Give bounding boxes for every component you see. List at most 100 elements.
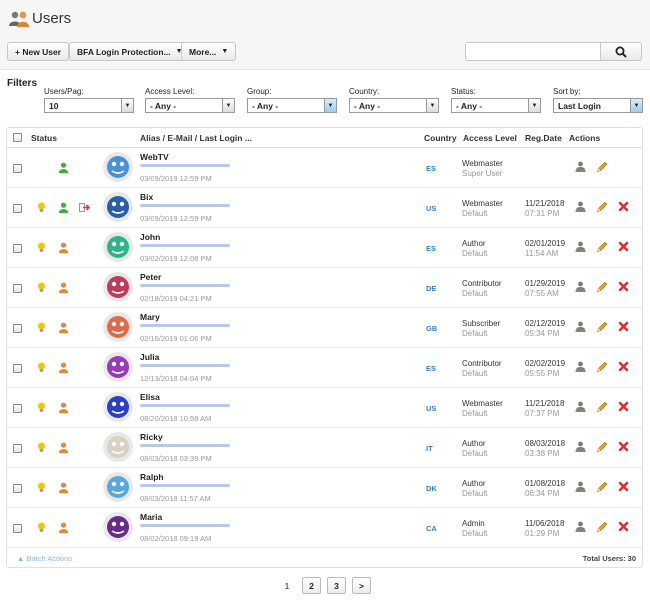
column-country[interactable]: Country xyxy=(424,133,457,143)
user-alias-link[interactable]: Peter xyxy=(140,272,161,282)
lightbulb-icon[interactable] xyxy=(37,322,46,335)
country-code[interactable]: ES xyxy=(426,244,436,253)
row-checkbox[interactable] xyxy=(13,404,22,413)
user-status-icon[interactable] xyxy=(58,402,69,415)
edit-pencil-icon[interactable] xyxy=(596,361,608,375)
user-email[interactable] xyxy=(140,364,230,367)
user-status-icon[interactable] xyxy=(58,482,69,495)
bfa-login-protection-button[interactable]: BFA Login Protection... ▼ xyxy=(69,42,191,61)
user-alias-link[interactable]: Elisa xyxy=(140,392,160,402)
user-email[interactable] xyxy=(140,164,230,167)
users-per-page-select[interactable]: 10 ▼ xyxy=(44,98,134,113)
delete-icon[interactable] xyxy=(618,521,629,534)
edit-pencil-icon[interactable] xyxy=(596,281,608,295)
country-code[interactable]: ES xyxy=(426,164,436,173)
row-checkbox[interactable] xyxy=(13,164,22,173)
delete-icon[interactable] xyxy=(618,481,629,494)
delete-icon[interactable] xyxy=(618,201,629,214)
country-code[interactable]: IT xyxy=(426,444,433,453)
edit-pencil-icon[interactable] xyxy=(596,201,608,215)
user-alias-link[interactable]: Bix xyxy=(140,192,153,202)
column-access-level[interactable]: Access Level xyxy=(463,133,517,143)
lightbulb-icon[interactable] xyxy=(37,442,46,455)
status-select[interactable]: - Any - ▼ xyxy=(451,98,541,113)
new-user-button[interactable]: + New User xyxy=(7,42,70,61)
user-alias-link[interactable]: Ralph xyxy=(140,472,164,482)
delete-icon[interactable] xyxy=(618,401,629,414)
page-link[interactable]: 2 xyxy=(302,577,321,594)
edit-pencil-icon[interactable] xyxy=(596,521,608,535)
user-alias-link[interactable]: Julia xyxy=(140,352,159,362)
access-level-select[interactable]: - Any - ▼ xyxy=(145,98,235,113)
user-alias-link[interactable]: John xyxy=(140,232,160,242)
row-checkbox[interactable] xyxy=(13,204,22,213)
delete-icon[interactable] xyxy=(618,321,629,334)
row-checkbox[interactable] xyxy=(13,244,22,253)
user-profile-icon[interactable] xyxy=(575,321,586,334)
user-email[interactable] xyxy=(140,284,230,287)
user-status-icon[interactable] xyxy=(58,242,69,255)
country-code[interactable]: US xyxy=(426,204,436,213)
user-profile-icon[interactable] xyxy=(575,361,586,374)
page-link[interactable]: 3 xyxy=(327,577,346,594)
user-email[interactable] xyxy=(140,324,230,327)
lightbulb-icon[interactable] xyxy=(37,362,46,375)
user-alias-link[interactable]: Ricky xyxy=(140,432,163,442)
column-reg-date[interactable]: Reg.Date xyxy=(525,133,562,143)
user-profile-icon[interactable] xyxy=(575,161,586,174)
user-email[interactable] xyxy=(140,444,230,447)
user-status-icon[interactable] xyxy=(58,442,69,455)
column-alias[interactable]: Alias / E-Mail / Last Login ... xyxy=(140,133,252,143)
user-profile-icon[interactable] xyxy=(575,401,586,414)
user-email[interactable] xyxy=(140,244,230,247)
edit-pencil-icon[interactable] xyxy=(596,441,608,455)
country-select[interactable]: - Any - ▼ xyxy=(349,98,439,113)
lightbulb-icon[interactable] xyxy=(37,522,46,535)
user-status-icon[interactable] xyxy=(58,322,69,335)
user-status-icon[interactable] xyxy=(58,202,69,215)
delete-icon[interactable] xyxy=(618,361,629,374)
edit-pencil-icon[interactable] xyxy=(596,161,608,175)
user-status-icon[interactable] xyxy=(58,522,69,535)
user-email[interactable] xyxy=(140,484,230,487)
user-status-icon[interactable] xyxy=(58,162,69,175)
user-profile-icon[interactable] xyxy=(575,521,586,534)
edit-pencil-icon[interactable] xyxy=(596,401,608,415)
row-checkbox[interactable] xyxy=(13,484,22,493)
row-checkbox[interactable] xyxy=(13,324,22,333)
lightbulb-icon[interactable] xyxy=(37,402,46,415)
user-email[interactable] xyxy=(140,524,230,527)
country-code[interactable]: ES xyxy=(426,364,436,373)
user-alias-link[interactable]: Mary xyxy=(140,312,160,322)
user-profile-icon[interactable] xyxy=(575,201,586,214)
user-email[interactable] xyxy=(140,204,230,207)
country-code[interactable]: US xyxy=(426,404,436,413)
sort-by-select[interactable]: Last Login ▼ xyxy=(553,98,643,113)
column-status[interactable]: Status xyxy=(31,133,57,143)
lightbulb-icon[interactable] xyxy=(37,482,46,495)
delete-icon[interactable] xyxy=(618,241,629,254)
lightbulb-icon[interactable] xyxy=(37,282,46,295)
next-page-button[interactable]: > xyxy=(352,577,371,594)
more-button[interactable]: More... ▼ xyxy=(181,42,237,61)
row-checkbox[interactable] xyxy=(13,364,22,373)
user-profile-icon[interactable] xyxy=(575,441,586,454)
lightbulb-icon[interactable] xyxy=(37,242,46,255)
country-code[interactable]: DE xyxy=(426,284,436,293)
batch-actions-link[interactable]: ▲ Batch Actions xyxy=(17,554,72,563)
user-profile-icon[interactable] xyxy=(575,281,586,294)
user-profile-icon[interactable] xyxy=(575,481,586,494)
select-all-checkbox[interactable] xyxy=(13,133,22,142)
delete-icon[interactable] xyxy=(618,441,629,454)
search-button[interactable] xyxy=(600,42,642,61)
country-code[interactable]: DK xyxy=(426,484,437,493)
user-status-icon[interactable] xyxy=(58,282,69,295)
row-checkbox[interactable] xyxy=(13,524,22,533)
edit-pencil-icon[interactable] xyxy=(596,241,608,255)
search-input[interactable] xyxy=(465,42,601,61)
row-checkbox[interactable] xyxy=(13,284,22,293)
user-profile-icon[interactable] xyxy=(575,241,586,254)
country-code[interactable]: CA xyxy=(426,524,437,533)
delete-icon[interactable] xyxy=(618,281,629,294)
user-email[interactable] xyxy=(140,404,230,407)
